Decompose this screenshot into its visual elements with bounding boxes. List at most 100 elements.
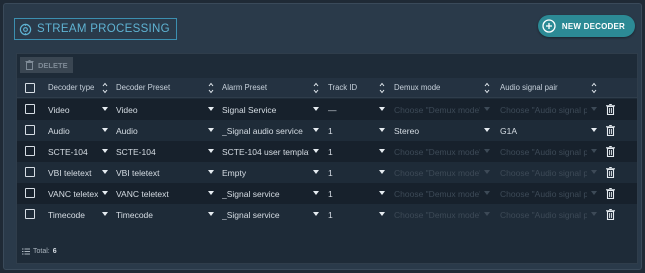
chevron-down-icon[interactable]: [379, 212, 385, 216]
chevron-down-icon[interactable]: [379, 191, 385, 195]
select-all-checkbox[interactable]: [25, 83, 35, 93]
sort-icon[interactable]: [102, 82, 108, 94]
plus-circle-icon: [542, 19, 556, 33]
decoder-preset-select[interactable]: Timecode: [116, 204, 204, 225]
chevron-down-icon[interactable]: [484, 128, 490, 132]
chevron-down-icon[interactable]: [313, 128, 319, 132]
chevron-down-icon[interactable]: [379, 128, 385, 132]
decoder-type-select[interactable]: VANC teletext: [48, 183, 98, 204]
chevron-down-icon[interactable]: [591, 170, 597, 174]
row-checkbox[interactable]: [25, 125, 35, 135]
demux-mode-select[interactable]: Choose "Demux mode": [394, 162, 480, 183]
alarm-preset-select[interactable]: Signal Service: [222, 99, 309, 120]
chevron-down-icon[interactable]: [591, 212, 597, 216]
alarm-preset-select[interactable]: Empty: [222, 162, 309, 183]
trash-icon[interactable]: [606, 188, 615, 199]
chevron-down-icon[interactable]: [313, 212, 319, 216]
decoder-type-select[interactable]: Video: [48, 99, 98, 120]
decoder-type-select[interactable]: SCTE-104: [48, 141, 98, 162]
decoder-preset-select[interactable]: VBI teletext: [116, 162, 204, 183]
sort-icon[interactable]: [591, 82, 597, 94]
track-id-select[interactable]: 1: [328, 120, 374, 141]
chevron-down-icon[interactable]: [102, 212, 108, 216]
new-decoder-button[interactable]: NEW DECODER: [537, 15, 635, 37]
chevron-down-icon[interactable]: [591, 191, 597, 195]
audio-signal-pair-select[interactable]: Choose "Audio signal pair": [500, 183, 587, 204]
chevron-down-icon[interactable]: [313, 191, 319, 195]
chevron-down-icon[interactable]: [591, 128, 597, 132]
chevron-down-icon[interactable]: [484, 149, 490, 153]
demux-mode-select[interactable]: Choose "Demux mode": [394, 183, 480, 204]
alarm-preset-select[interactable]: _Signal service: [222, 183, 309, 204]
chevron-down-icon[interactable]: [591, 107, 597, 111]
chevron-down-icon[interactable]: [591, 149, 597, 153]
chevron-down-icon[interactable]: [313, 170, 319, 174]
chevron-down-icon[interactable]: [102, 170, 108, 174]
demux-mode-select[interactable]: Choose "Demux mode": [394, 99, 480, 120]
decoder-type-select[interactable]: Timecode: [48, 204, 98, 225]
alarm-preset-select[interactable]: _Signal service: [222, 204, 309, 225]
chevron-down-icon[interactable]: [484, 170, 490, 174]
chevron-down-icon[interactable]: [102, 128, 108, 132]
trash-icon[interactable]: [606, 167, 615, 178]
row-checkbox[interactable]: [25, 167, 35, 177]
sort-icon[interactable]: [208, 82, 214, 94]
chevron-down-icon[interactable]: [313, 107, 319, 111]
column-track-id[interactable]: Track ID: [328, 78, 357, 97]
audio-signal-pair-select[interactable]: Choose "Audio signal pair": [500, 141, 587, 162]
audio-signal-pair-select[interactable]: Choose "Audio signal pair": [500, 204, 587, 225]
demux-mode-select[interactable]: Choose "Demux mode": [394, 141, 480, 162]
alarm-preset-select[interactable]: SCTE-104 user template: [222, 141, 309, 162]
sort-icon[interactable]: [379, 82, 385, 94]
track-id-select[interactable]: 1: [328, 204, 374, 225]
trash-icon[interactable]: [606, 104, 615, 115]
chevron-down-icon[interactable]: [379, 170, 385, 174]
decoder-preset-select[interactable]: SCTE-104: [116, 141, 204, 162]
chevron-down-icon[interactable]: [208, 149, 214, 153]
column-alarm-preset[interactable]: Alarm Preset: [222, 78, 267, 97]
row-checkbox[interactable]: [25, 188, 35, 198]
column-demux-mode[interactable]: Demux mode: [394, 78, 440, 97]
track-id-select[interactable]: —: [328, 99, 374, 120]
chevron-down-icon[interactable]: [484, 212, 490, 216]
chevron-down-icon[interactable]: [102, 107, 108, 111]
decoder-preset-select[interactable]: VANC teletext: [116, 183, 204, 204]
demux-mode-select[interactable]: Choose "Demux mode": [394, 204, 480, 225]
demux-mode-select[interactable]: Stereo: [394, 120, 480, 141]
chevron-down-icon[interactable]: [102, 149, 108, 153]
decoder-preset-select[interactable]: Video: [116, 99, 204, 120]
trash-icon[interactable]: [606, 146, 615, 157]
audio-signal-pair-select[interactable]: Choose "Audio signal pair": [500, 162, 587, 183]
chevron-down-icon[interactable]: [208, 128, 214, 132]
sort-icon[interactable]: [313, 82, 319, 94]
chevron-down-icon[interactable]: [208, 191, 214, 195]
chevron-down-icon[interactable]: [208, 212, 214, 216]
chevron-down-icon[interactable]: [484, 107, 490, 111]
chevron-down-icon[interactable]: [484, 191, 490, 195]
track-id-select[interactable]: 1: [328, 183, 374, 204]
chevron-down-icon[interactable]: [379, 149, 385, 153]
column-decoder-preset[interactable]: Decoder Preset: [116, 78, 170, 97]
decoder-preset-select[interactable]: Audio: [116, 120, 204, 141]
sort-icon[interactable]: [484, 82, 490, 94]
row-checkbox[interactable]: [25, 146, 35, 156]
row-checkbox[interactable]: [25, 104, 35, 114]
chevron-down-icon[interactable]: [102, 191, 108, 195]
audio-signal-pair-select[interactable]: G1A: [500, 120, 587, 141]
chevron-down-icon[interactable]: [208, 107, 214, 111]
decoder-type-select[interactable]: VBI teletext: [48, 162, 98, 183]
audio-signal-pair-select[interactable]: Choose "Audio signal pair": [500, 99, 587, 120]
alarm-preset-select[interactable]: _Signal audio service: [222, 120, 309, 141]
delete-button[interactable]: DELETE: [20, 57, 73, 73]
chevron-down-icon[interactable]: [379, 107, 385, 111]
trash-icon[interactable]: [606, 125, 615, 136]
track-id-select[interactable]: 1: [328, 141, 374, 162]
row-checkbox[interactable]: [25, 209, 35, 219]
column-audio-signal-pair[interactable]: Audio signal pair: [500, 78, 558, 97]
chevron-down-icon[interactable]: [208, 170, 214, 174]
column-decoder-type[interactable]: Decoder type: [48, 78, 94, 97]
chevron-down-icon[interactable]: [313, 149, 319, 153]
decoder-type-select[interactable]: Audio: [48, 120, 98, 141]
track-id-select[interactable]: 1: [328, 162, 374, 183]
trash-icon[interactable]: [606, 209, 615, 220]
